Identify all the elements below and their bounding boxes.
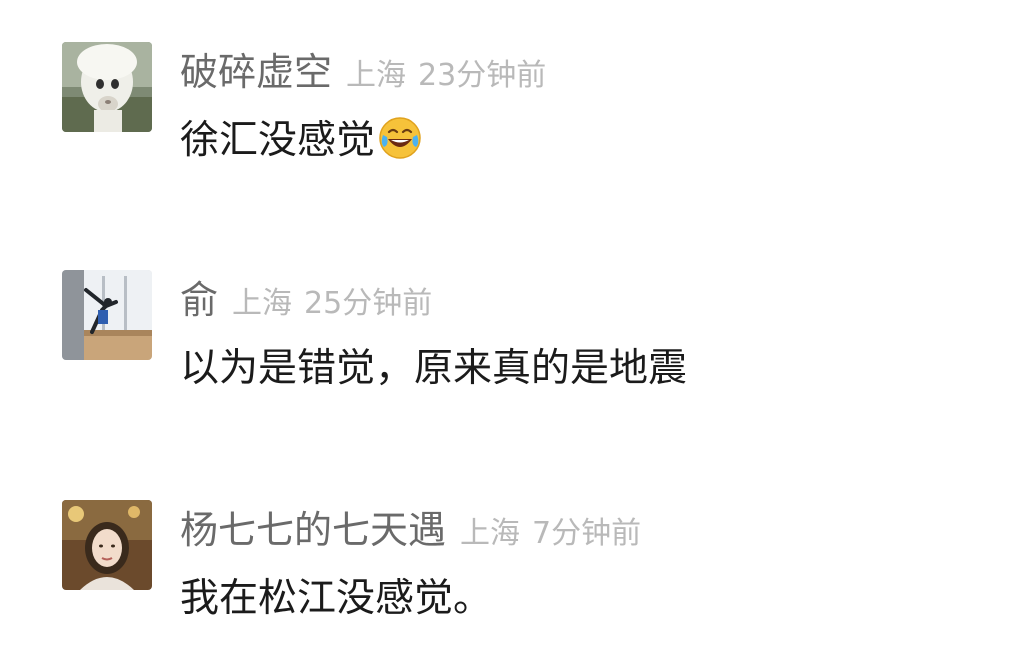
username[interactable]: 破碎虚空	[180, 50, 332, 94]
username[interactable]: 俞	[180, 278, 218, 322]
location-label: 上海	[232, 286, 293, 321]
comment-meta: 破碎虚空 上海 23分钟前	[180, 46, 546, 98]
timestamp: 23分钟前	[418, 58, 547, 93]
comment-item: 破碎虚空 上海 23分钟前 徐汇没感觉	[62, 42, 992, 172]
tears-of-joy-emoji-icon	[379, 117, 421, 159]
comment-text-row: 以为是错觉，原来真的是地震	[180, 342, 687, 396]
alpaca-avatar[interactable]	[62, 42, 152, 132]
location-label: 上海	[346, 58, 407, 93]
comment-meta: 俞上海 25分钟前	[180, 274, 432, 326]
alpaca-avatar-image	[62, 42, 152, 132]
timestamp: 7分钟前	[532, 516, 642, 551]
comment-meta: 杨七七的七天遇 上海 7分钟前	[180, 504, 641, 556]
comment-text: 徐汇没感觉	[180, 118, 376, 163]
location-label: 上海	[460, 516, 521, 551]
dancer-avatar-image	[62, 270, 152, 360]
dancer-avatar[interactable]	[62, 270, 152, 360]
woman-portrait-avatar[interactable]	[62, 500, 152, 590]
comment-item: 杨七七的七天遇 上海 7分钟前 我在松江没感觉。	[62, 500, 992, 630]
comment-text-row: 徐汇没感觉	[180, 114, 423, 168]
comment-item: 俞上海 25分钟前 以为是错觉，原来真的是地震	[62, 270, 992, 400]
timestamp: 25分钟前	[304, 286, 433, 321]
comment-text: 以为是错觉，原来真的是地震	[180, 346, 688, 391]
woman-portrait-avatar-image	[62, 500, 152, 590]
comment-text: 我在松江没感觉。	[180, 576, 493, 621]
comment-text-row: 我在松江没感觉。	[180, 572, 492, 626]
username[interactable]: 杨七七的七天遇	[180, 508, 446, 552]
comment-list: 破碎虚空 上海 23分钟前 徐汇没感觉 俞 上海 25分钟前 以为是错觉，原来真…	[0, 0, 1012, 651]
